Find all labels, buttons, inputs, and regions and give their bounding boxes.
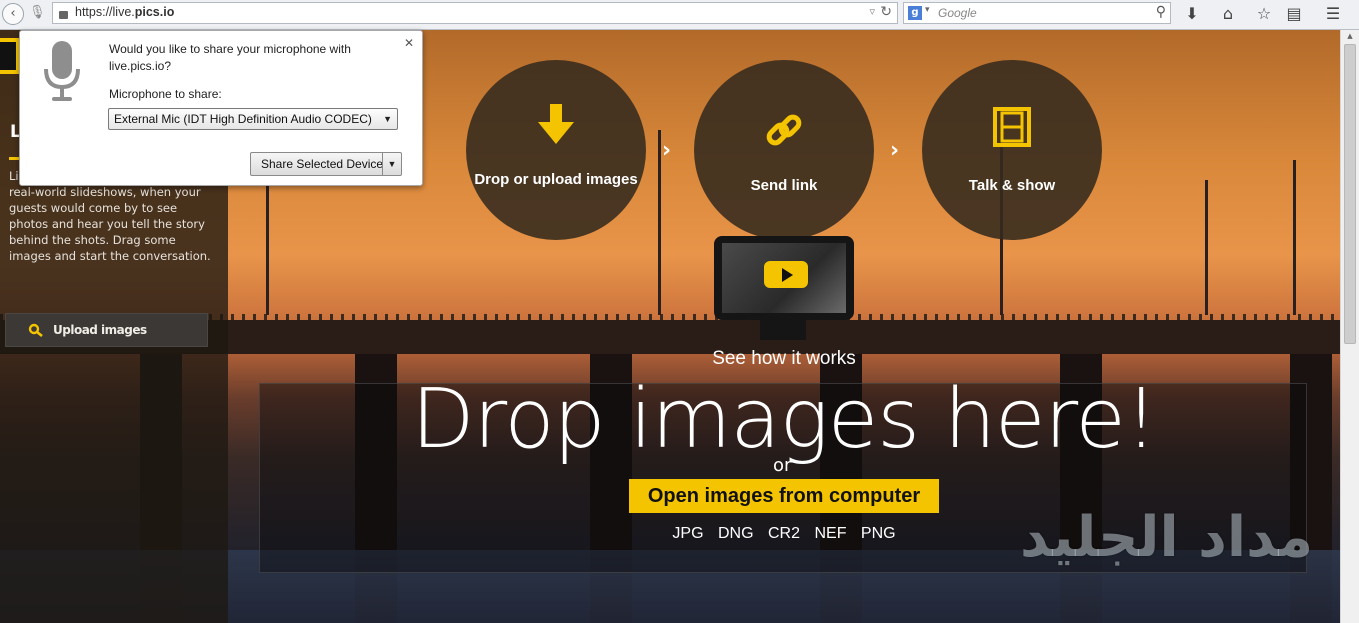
magnifier-icon <box>28 323 43 337</box>
upload-images-button[interactable]: Upload images <box>5 313 208 347</box>
open-images-label: Open images from computer <box>647 485 921 507</box>
or-separator: or <box>773 455 792 476</box>
format-dng: DNG <box>717 525 754 542</box>
video-thumbnail[interactable] <box>714 236 854 320</box>
microphone-select[interactable]: External Mic (IDT High Definition Audio … <box>108 108 398 130</box>
street-lamp <box>1293 160 1296 315</box>
search-placeholder: Google <box>938 6 977 20</box>
chevron-right-icon: › <box>890 138 900 163</box>
scroll-thumb[interactable] <box>1344 44 1356 344</box>
browser-toolbar: ‹ 🎙 https://live.pics.io ▿ ↻ g ▾ Google … <box>0 0 1359 30</box>
lock-icon <box>59 11 68 19</box>
logo <box>0 38 20 74</box>
close-icon[interactable]: ✕ <box>404 36 414 50</box>
open-images-button[interactable]: Open images from computer <box>629 479 939 513</box>
step-label: Talk & show <box>968 177 1056 194</box>
street-lamp <box>658 130 661 315</box>
permission-question: Would you like to share your microphone … <box>109 42 351 73</box>
share-button-label: Share Selected Device <box>261 157 384 171</box>
url-text: https://live.pics.io <box>75 5 175 19</box>
share-options-dropdown[interactable]: ▼ <box>382 153 401 175</box>
play-icon[interactable] <box>764 261 808 288</box>
reload-icon[interactable]: ↻ <box>880 4 892 20</box>
drop-title: Drop images here! <box>411 372 1157 467</box>
step-talk-show: Talk & show <box>922 60 1102 240</box>
step-send-link: Send link <box>694 60 874 240</box>
format-cr2: CR2 <box>768 525 801 542</box>
home-icon[interactable]: ⌂ <box>1218 4 1238 24</box>
microphone-select-label: Microphone to share: <box>109 87 222 101</box>
bookmarks-menu-icon[interactable]: ▤ <box>1284 4 1304 24</box>
microphone-icon[interactable]: 🎙 <box>29 5 46 20</box>
scrollbar[interactable]: ▲ <box>1340 30 1359 623</box>
search-engine-caret-icon[interactable]: ▾ <box>925 5 930 15</box>
back-button[interactable]: ‹ <box>2 3 24 25</box>
chevron-right-icon: › <box>662 138 672 163</box>
see-how-link[interactable]: See how it works <box>680 348 888 370</box>
step-drop-upload: Drop or upload images <box>466 60 646 240</box>
download-icon[interactable]: ⬇ <box>1182 4 1202 24</box>
search-bar[interactable]: g ▾ Google ⚲ <box>903 2 1171 24</box>
format-nef: NEF <box>814 525 847 542</box>
step-label: Drop or upload images <box>474 171 638 188</box>
microphone-permission-dialog: Would you like to share your microphone … <box>19 30 423 186</box>
bookmark-star-icon[interactable]: ☆ <box>1254 4 1274 24</box>
watermark-text: مداد الجليد <box>1020 505 1314 570</box>
search-icon[interactable]: ⚲ <box>1156 4 1166 20</box>
scroll-up-icon[interactable]: ▲ <box>1344 32 1356 42</box>
monitor-stand <box>760 318 806 340</box>
google-icon[interactable]: g <box>908 6 922 20</box>
chevron-down-icon: ▼ <box>383 114 392 124</box>
address-bar[interactable]: 🎙 https://live.pics.io ▿ ↻ <box>29 2 898 24</box>
format-jpg: JPG <box>672 525 704 542</box>
link-icon <box>766 114 802 146</box>
share-selected-device-button[interactable]: Share Selected Device ▼ <box>250 152 402 176</box>
format-png: PNG <box>860 525 896 542</box>
film-icon <box>993 107 1031 147</box>
step-label: Send link <box>750 177 818 194</box>
microphone-icon <box>44 41 80 101</box>
upload-images-label: Upload images <box>53 323 147 337</box>
dropdown-arrow-icon[interactable]: ▿ <box>869 5 875 18</box>
menu-icon[interactable]: ☰ <box>1323 4 1343 24</box>
selected-device: External Mic (IDT High Definition Audio … <box>114 112 372 126</box>
arrow-down-icon <box>538 104 574 144</box>
street-lamp <box>1205 180 1208 315</box>
